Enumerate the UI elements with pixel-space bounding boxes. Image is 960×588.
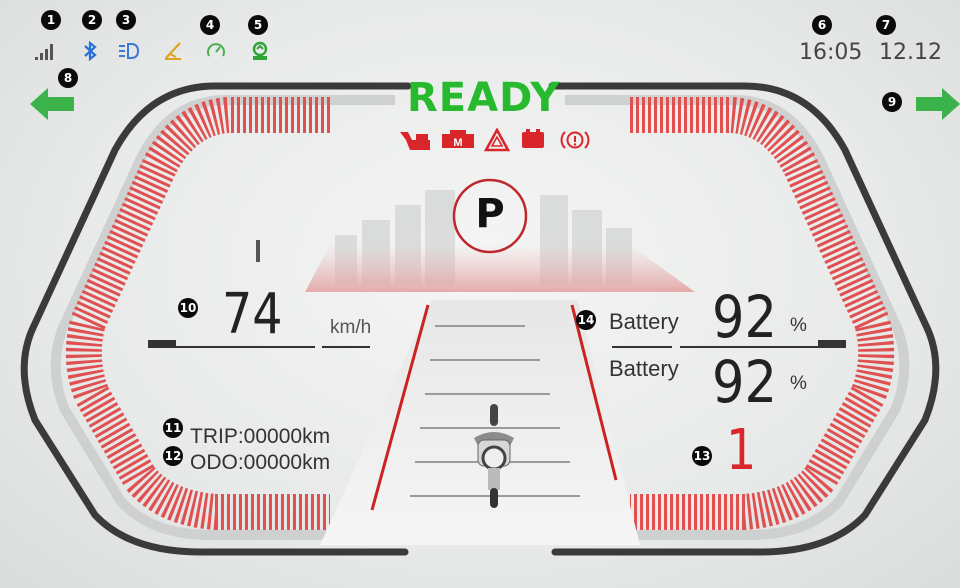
horizon-band	[305, 245, 695, 292]
callout-marker: 14	[576, 310, 596, 330]
side-stand-icon	[165, 42, 181, 60]
battery-unit-primary: %	[790, 315, 807, 336]
hazard-warning-icon	[484, 128, 510, 152]
speed-unit: km/h	[330, 317, 372, 338]
trip-distance: TRIP:00000km	[190, 425, 331, 448]
callout-marker: 3	[116, 10, 136, 30]
callout-marker: 9	[882, 92, 902, 112]
motor-fault-letter: M	[453, 137, 462, 149]
callout-marker: 1	[41, 10, 61, 30]
callout-marker: 11	[163, 418, 183, 438]
callout-marker: 4	[200, 15, 220, 35]
dashboard-screen: 16:05 12.12 READY M P 74 km/h Battery 92…	[0, 0, 960, 588]
headlight-icon	[119, 43, 140, 59]
battery-label-primary: Battery	[609, 309, 679, 334]
battery-value-primary: 92	[712, 283, 777, 351]
left-turn-arrow-icon	[30, 88, 74, 120]
brake-warning-icon	[560, 131, 590, 149]
odo-distance: ODO:00000km	[190, 451, 331, 474]
callout-marker: 10	[178, 298, 198, 318]
cruise-icon	[207, 43, 225, 57]
bluetooth-icon	[84, 40, 97, 62]
battery-label-secondary: Battery	[609, 356, 679, 381]
battery-value-secondary: 92	[712, 348, 777, 416]
callout-marker: 2	[82, 10, 102, 30]
date-display: 12.12	[879, 40, 942, 65]
callout-marker: 13	[692, 446, 712, 466]
ready-status: READY	[407, 75, 561, 121]
motor-temp-warning-icon	[400, 132, 430, 150]
gear-level-value: 1	[726, 418, 757, 483]
eco-mode-icon	[252, 41, 268, 60]
callout-marker: 12	[163, 446, 183, 466]
callout-marker: 6	[812, 15, 832, 35]
signal-icon	[35, 44, 53, 60]
callout-marker: 5	[248, 15, 268, 35]
speed-value: 74	[222, 282, 283, 347]
battery-warning-icon	[522, 129, 544, 148]
clock-time: 16:05	[799, 40, 863, 65]
callout-marker: 8	[58, 68, 78, 88]
motor-fault-icon: M	[442, 130, 474, 149]
callout-marker: 7	[876, 15, 896, 35]
gear-indicator: P	[475, 191, 505, 237]
right-turn-arrow-icon	[916, 88, 960, 120]
motorcycle-icon	[474, 404, 514, 508]
battery-unit-secondary: %	[790, 373, 807, 394]
